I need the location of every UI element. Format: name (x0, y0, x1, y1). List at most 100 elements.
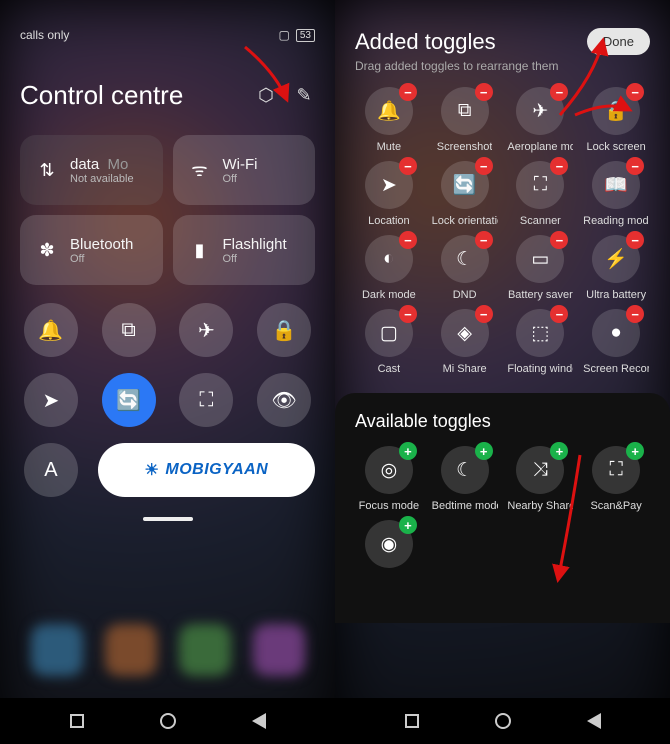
brightness-slider[interactable]: ☀ MOBIGYAAN (98, 443, 315, 497)
orientation-icon[interactable]: 🔄− (441, 161, 489, 209)
remove-badge-icon[interactable]: − (475, 231, 493, 249)
added-toggle-item[interactable]: ▭−Battery saver (507, 235, 575, 301)
darkmode-icon[interactable]: ◐− (365, 235, 413, 283)
added-toggle-item[interactable]: ▢− Cast (355, 309, 423, 375)
battery-icon[interactable]: ▭− (516, 235, 564, 283)
available-toggle-item[interactable]: ◉+ (355, 520, 423, 574)
wifi-tile[interactable]: ᯤ Wi-Fi Off (173, 135, 316, 205)
mobile-data-tile[interactable]: ⇅ data Mo Not available (20, 135, 163, 205)
available-section: Available toggles ◎+Focus mode ☾+ Bedtime … (335, 393, 670, 623)
added-toggles-title: Added toggles (355, 29, 496, 55)
remove-badge-icon[interactable]: − (475, 305, 493, 323)
remove-badge-icon[interactable]: − (399, 157, 417, 175)
available-toggle-item[interactable]: ☾+ Bedtime mode (431, 446, 499, 512)
add-badge-icon[interactable]: + (399, 442, 417, 460)
bluetooth-icon: ✽ (36, 239, 58, 261)
toggle-label: Mute (377, 141, 401, 153)
mishare-icon[interactable]: ◈− (441, 309, 489, 357)
remove-badge-icon[interactable]: − (399, 231, 417, 249)
toggle-label: Lock screen (586, 141, 645, 153)
available-toggles-grid: ◎+Focus mode☾+Bedtime mode⤨+Nearby Share… (355, 446, 650, 574)
available-toggle-item[interactable]: ⛶+Scan&Pay (582, 446, 650, 512)
font-toggle[interactable]: A (24, 443, 78, 497)
remove-badge-icon[interactable]: − (475, 83, 493, 101)
cast-icon[interactable]: ▢− (365, 309, 413, 357)
annotation-arrow-done (555, 30, 650, 125)
focus-icon[interactable]: ◎+ (365, 446, 413, 494)
added-toggle-item[interactable]: ●− Screen Recorder (582, 309, 650, 375)
remove-badge-icon[interactable]: − (550, 305, 568, 323)
brightness-icon: ☀ (145, 460, 160, 480)
toggle-label: Cast (378, 363, 401, 375)
remove-badge-icon[interactable]: − (626, 231, 644, 249)
status-calls: calls only (20, 28, 69, 42)
dnd-icon[interactable]: ☾− (441, 235, 489, 283)
flashlight-tile[interactable]: ▮ Flashlight Off (173, 215, 316, 285)
screenshot-icon[interactable]: ⧉− (441, 87, 489, 135)
floating-icon[interactable]: ⬚− (516, 309, 564, 357)
scan-icon[interactable]: ⛶− (516, 161, 564, 209)
remove-badge-icon[interactable]: − (626, 305, 644, 323)
remove-badge-icon[interactable]: − (550, 231, 568, 249)
mute-toggle[interactable]: 🔔 (24, 303, 78, 357)
bluetooth-label: Bluetooth (70, 236, 133, 253)
logo-text: MOBIGYAAN (165, 461, 268, 479)
added-toggle-item[interactable]: ⚡−Ultra battery (582, 235, 650, 301)
remove-badge-icon[interactable]: − (550, 157, 568, 175)
toggle-label: Screenshot (437, 141, 493, 153)
bell-icon[interactable]: 🔔− (365, 87, 413, 135)
airplane-toggle[interactable]: ✈ (179, 303, 233, 357)
bedtime-icon[interactable]: ☾+ (441, 446, 489, 494)
scanpay-icon[interactable]: ⛶+ (592, 446, 640, 494)
toggle-label: Scanner (520, 215, 561, 227)
added-toggle-item[interactable]: 🔄−Lock orientation (431, 161, 499, 227)
added-toggle-item[interactable]: ⛶− Scanner (507, 161, 575, 227)
remove-badge-icon[interactable]: − (475, 157, 493, 175)
added-toggle-item[interactable]: ◐− Dark mode (355, 235, 423, 301)
remove-badge-icon[interactable]: − (399, 305, 417, 323)
record-icon[interactable]: ●− (592, 309, 640, 357)
orientation-toggle[interactable]: 🔄 (102, 373, 156, 427)
add-badge-icon[interactable]: + (399, 516, 417, 534)
bluetooth-tile[interactable]: ✽ Bluetooth Off (20, 215, 163, 285)
annotation-arrow-available (530, 450, 590, 590)
big-toggle-grid: ⇅ data Mo Not available ᯤ Wi-Fi Off ✽ Bl… (20, 135, 315, 285)
location-icon[interactable]: ➤− (365, 161, 413, 209)
toggle-label: Bedtime mode (432, 500, 498, 512)
screenshot-toggle[interactable]: ⧉ (102, 303, 156, 357)
edit-icon[interactable]: ✎ (293, 85, 315, 107)
toggle-label: Dark mode (362, 289, 416, 301)
added-toggle-item[interactable]: 🔔− Mute (355, 87, 423, 153)
remove-badge-icon[interactable]: − (399, 83, 417, 101)
data-icon: ⇅ (36, 159, 58, 181)
scan-toggle[interactable]: ⛶ (179, 373, 233, 427)
lock-toggle[interactable]: 🔒 (257, 303, 311, 357)
added-toggle-item[interactable]: ⧉− Screenshot (431, 87, 499, 153)
added-toggle-item[interactable]: ◈− Mi Share (431, 309, 499, 375)
small-toggle-grid: 🔔 ⧉ ✈ 🔒 ➤ 🔄 ⛶ 👁 A ☀ MOBIGYAAN (20, 303, 315, 497)
add-badge-icon[interactable]: + (475, 442, 493, 460)
toggle-label: Screen Recorder (583, 363, 649, 375)
annotation-arrow-edit (235, 42, 295, 112)
remove-badge-icon[interactable]: − (626, 157, 644, 175)
wifi-label: Wi-Fi (223, 156, 258, 173)
add-badge-icon[interactable]: + (626, 442, 644, 460)
page-title: Control centre (20, 80, 183, 111)
added-toggle-item[interactable]: ➤− Location (355, 161, 423, 227)
added-toggle-item[interactable]: 📖−Reading mode (582, 161, 650, 227)
bolt-icon[interactable]: ⚡− (592, 235, 640, 283)
wifi-icon: ᯤ (189, 159, 211, 181)
eye-toggle[interactable]: 👁 (257, 373, 311, 427)
available-title: Available toggles (355, 411, 650, 432)
added-toggle-item[interactable]: ☾− DND (431, 235, 499, 301)
toggle-label: Location (368, 215, 410, 227)
toggle-label: DND (453, 289, 477, 301)
available-toggle-item[interactable]: ◎+Focus mode (355, 446, 423, 512)
target-icon[interactable]: ◉+ (365, 520, 413, 568)
toggle-label: Mi Share (443, 363, 487, 375)
added-toggle-item[interactable]: ⬚−Floating windows (507, 309, 575, 375)
reading-icon[interactable]: 📖− (592, 161, 640, 209)
mo-sublabel: Mo (108, 156, 129, 173)
drag-handle[interactable] (143, 517, 193, 521)
location-toggle[interactable]: ➤ (24, 373, 78, 427)
